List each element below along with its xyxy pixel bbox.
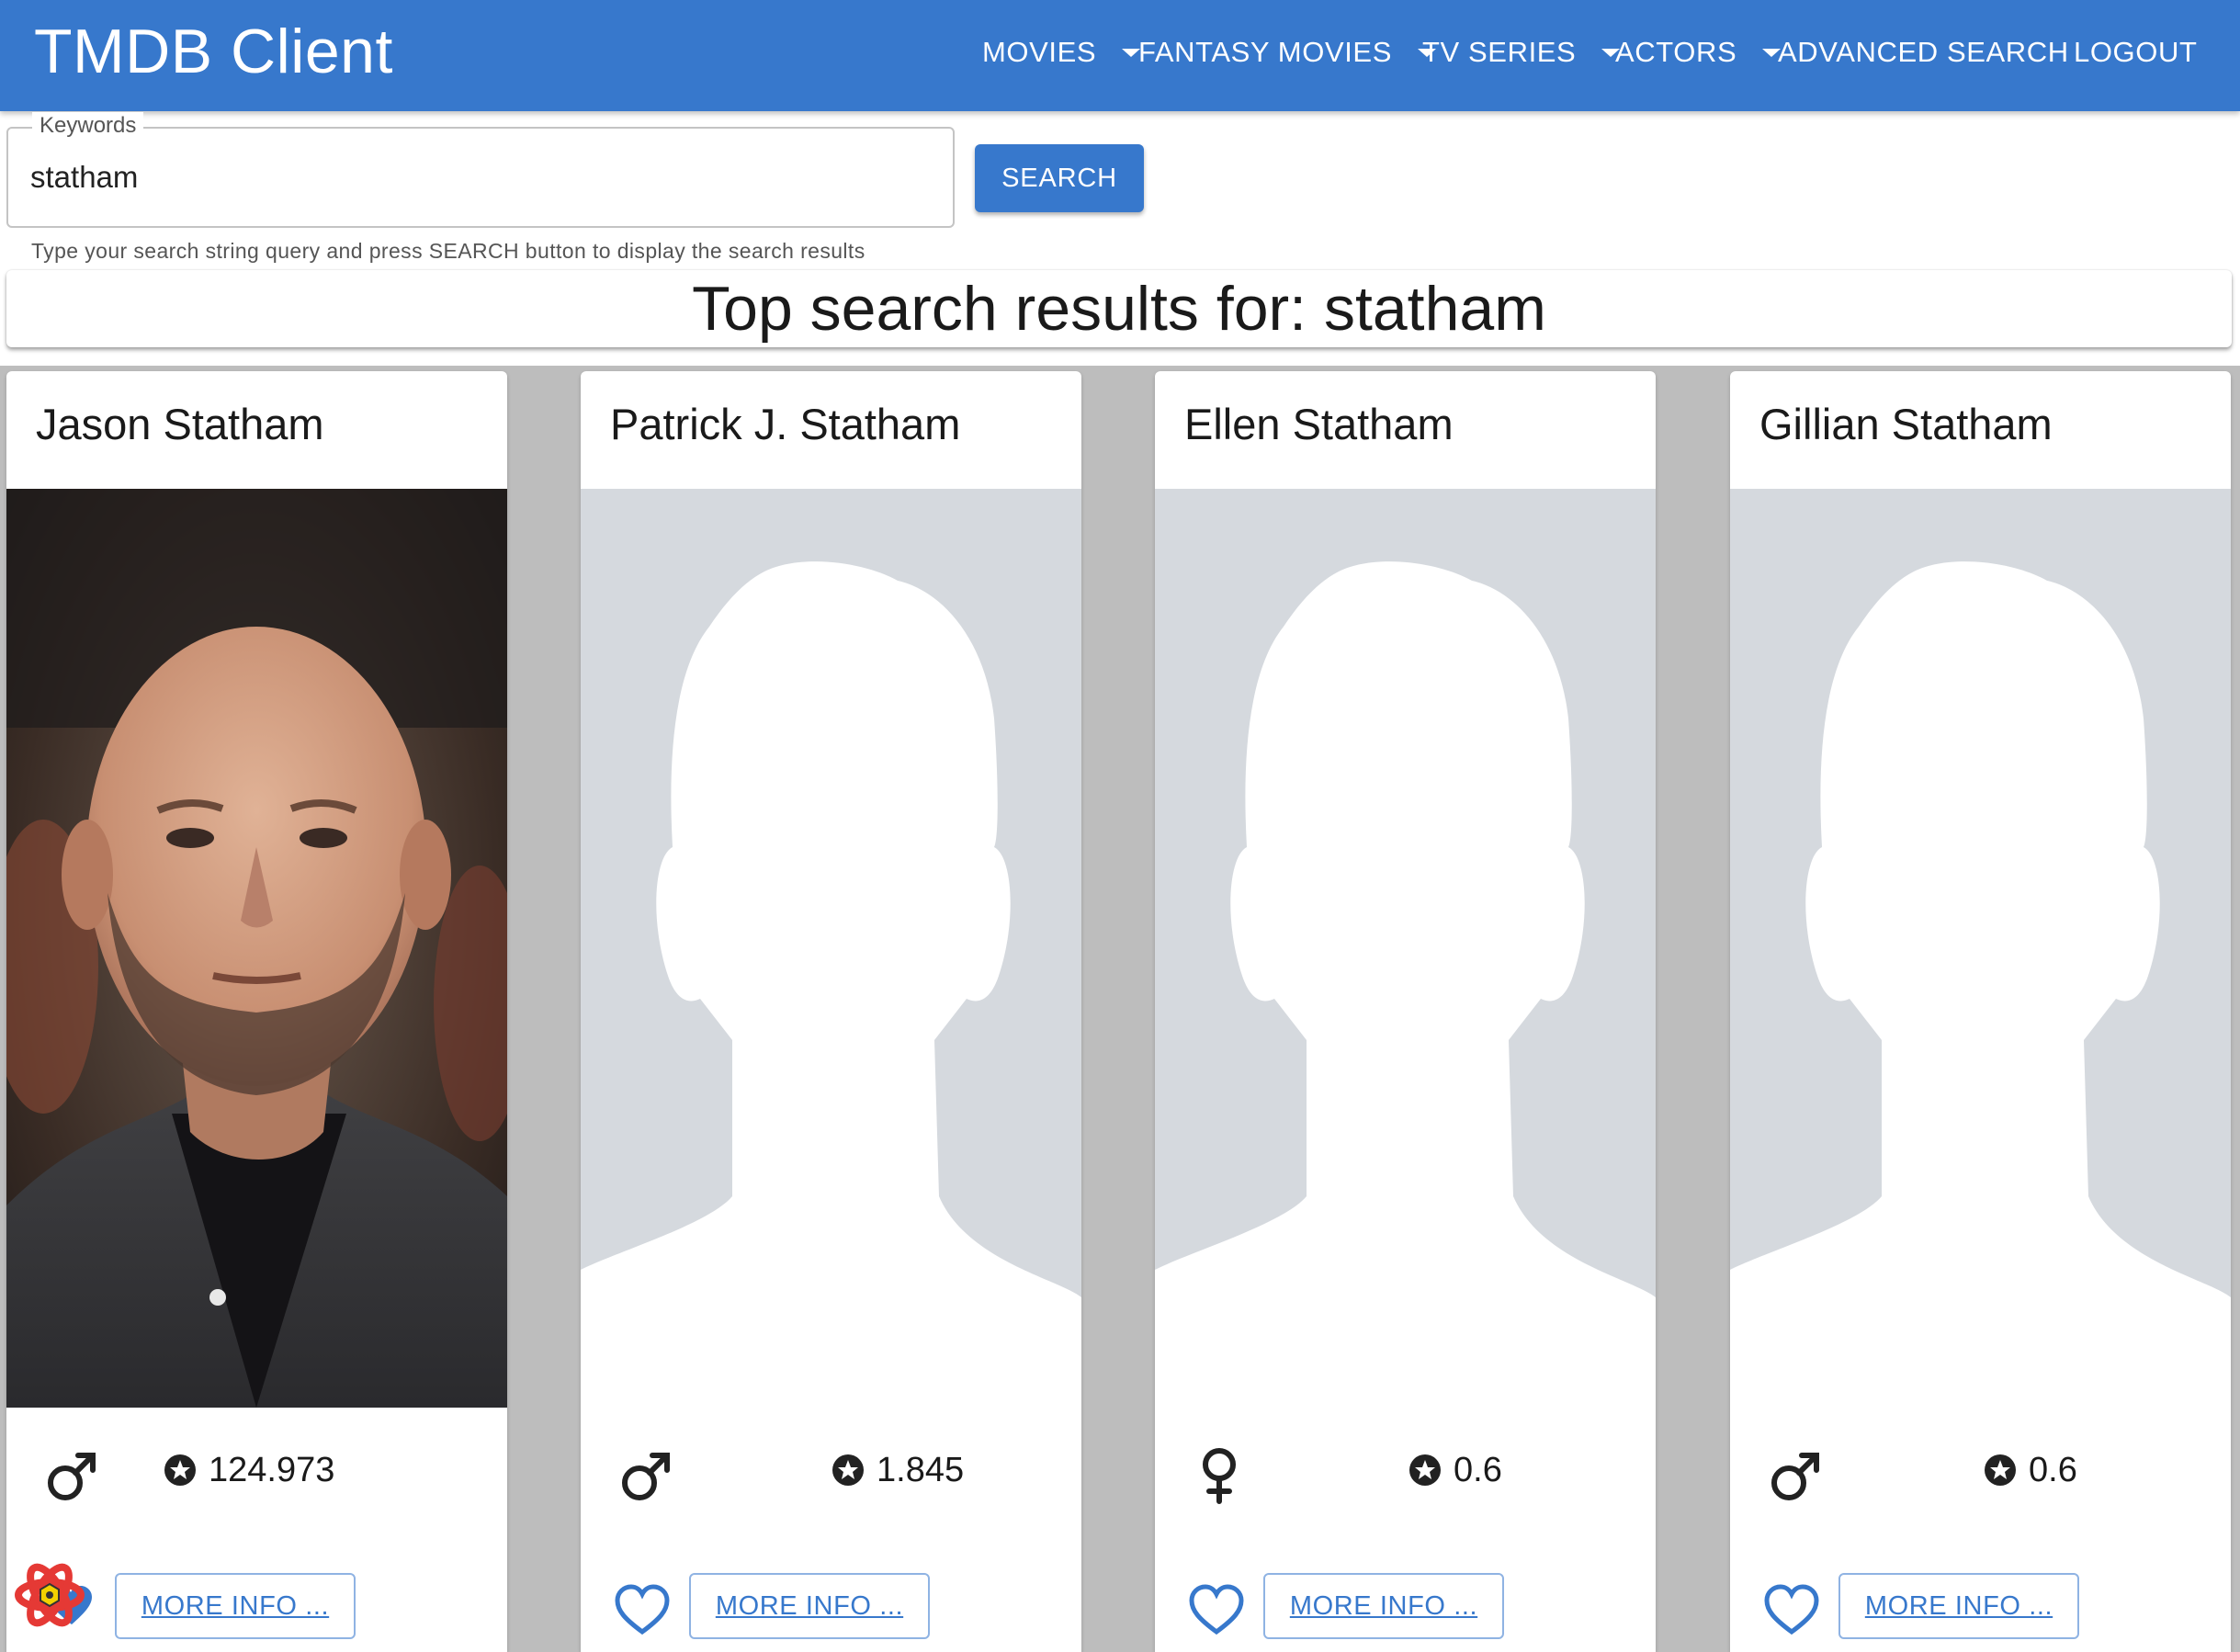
heart-outline-icon[interactable] <box>1188 1582 1245 1639</box>
actor-name: Jason Statham <box>36 400 324 448</box>
star-badge-icon <box>1985 1454 2016 1486</box>
nav-fantasy-movies-label: FANTASY MOVIES <box>1138 36 1392 68</box>
male-symbol-icon <box>1771 1453 1819 1500</box>
heart-outline-icon[interactable] <box>614 1582 671 1639</box>
react-devtools-logo-icon[interactable] <box>9 1558 96 1634</box>
nav-advanced-search-label: ADVANCED SEARCH <box>1778 36 2069 68</box>
more-info-button[interactable]: MORE INFO ... <box>1263 1573 1504 1639</box>
popularity-value: 0.6 <box>2029 1450 2077 1489</box>
popularity-value: 0.6 <box>1454 1450 1502 1489</box>
actor-card: Jason Statham 124.973 MORE INFO ... <box>6 371 507 1652</box>
actor-card: Ellen Statham 0.6 MORE INFO ... <box>1155 371 1656 1652</box>
star-badge-icon <box>164 1454 196 1486</box>
nav-logout-label: LOGOUT <box>2074 36 2198 68</box>
more-info-button[interactable]: MORE INFO ... <box>1838 1573 2079 1639</box>
actor-name: Patrick J. Statham <box>610 400 961 448</box>
popularity: 0.6 <box>1983 1443 2077 1498</box>
popularity-value: 1.845 <box>877 1450 965 1489</box>
keywords-field: Keywords <box>6 112 955 228</box>
female-symbol-icon <box>1203 1448 1236 1504</box>
nav-tv-series[interactable]: TV SERIES <box>1422 32 1621 73</box>
person-silhouette-icon <box>581 561 1081 1408</box>
popularity: 1.845 <box>831 1443 964 1498</box>
search-button[interactable]: SEARCH <box>975 144 1144 212</box>
person-silhouette-icon <box>1155 561 1656 1408</box>
nav-movies-label: MOVIES <box>982 36 1097 68</box>
actor-name: Gillian Statham <box>1759 400 2053 448</box>
results-heading: Top search results for: statham <box>6 270 2232 347</box>
actor-photo-placeholder[interactable] <box>1730 489 2231 1408</box>
nav-logout[interactable]: LOGOUT <box>2074 32 2198 73</box>
popularity-value: 124.973 <box>209 1450 335 1489</box>
nav-movies[interactable]: MOVIES <box>982 32 1141 73</box>
actor-name: Ellen Statham <box>1184 400 1454 448</box>
actor-portrait-image <box>6 489 507 1408</box>
search-helper-text: Type your search string query and press … <box>31 239 865 263</box>
results-heading-text: Top search results for: statham <box>692 274 1546 344</box>
keywords-input[interactable] <box>30 154 931 200</box>
nav-actors[interactable]: ACTORS <box>1615 32 1782 73</box>
nav-fantasy-movies[interactable]: FANTASY MOVIES <box>1138 32 1436 73</box>
actor-photo-placeholder[interactable] <box>581 489 1081 1408</box>
male-symbol-icon <box>48 1453 96 1500</box>
nav-actors-label: ACTORS <box>1615 36 1737 68</box>
app-title[interactable]: TMDB Client <box>34 13 393 90</box>
star-badge-icon <box>1409 1454 1441 1486</box>
person-silhouette-icon <box>1730 561 2231 1408</box>
heart-outline-icon[interactable] <box>1763 1582 1820 1639</box>
app-bar: TMDB Client MOVIES FANTASY MOVIES TV SER… <box>0 0 2240 111</box>
actor-card: Gillian Statham 0.6 MORE INFO ... <box>1730 371 2231 1652</box>
nav-advanced-search[interactable]: ADVANCED SEARCH <box>1778 32 2069 73</box>
popularity: 124.973 <box>163 1443 334 1498</box>
more-info-button[interactable]: MORE INFO ... <box>689 1573 930 1639</box>
nav-tv-series-label: TV SERIES <box>1422 36 1577 68</box>
more-info-button[interactable]: MORE INFO ... <box>115 1573 356 1639</box>
actor-photo-placeholder[interactable] <box>1155 489 1656 1408</box>
actor-photo[interactable] <box>6 489 507 1408</box>
actor-card: Patrick J. Statham 1.845 MORE INFO ... <box>581 371 1081 1652</box>
star-badge-icon <box>832 1454 864 1486</box>
male-symbol-icon <box>622 1453 670 1500</box>
keywords-label: Keywords <box>32 112 144 140</box>
popularity: 0.6 <box>1408 1443 1502 1498</box>
